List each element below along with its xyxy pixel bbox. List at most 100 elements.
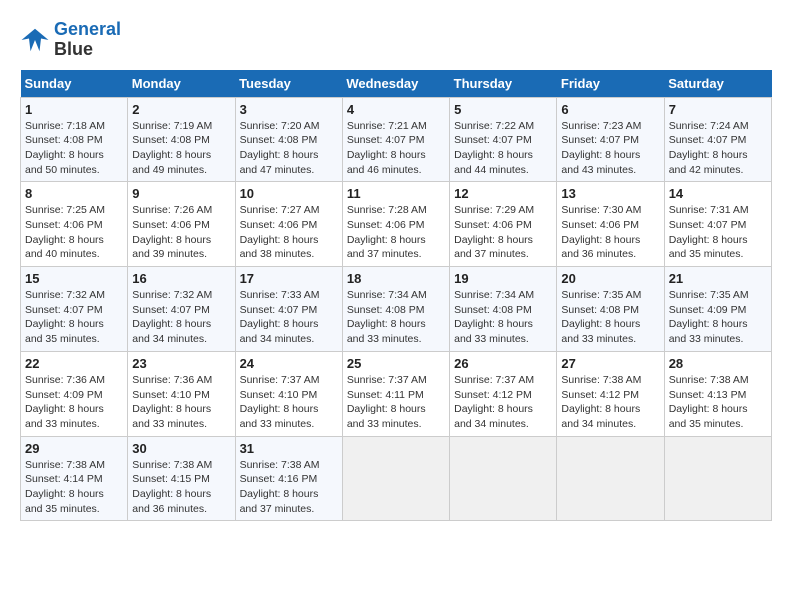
day-info: Sunrise: 7:20 AMSunset: 4:08 PMDaylight:… <box>240 119 338 178</box>
day-number: 22 <box>25 356 123 371</box>
calendar-cell: 20 Sunrise: 7:35 AMSunset: 4:08 PMDaylig… <box>557 267 664 352</box>
week-row-4: 22 Sunrise: 7:36 AMSunset: 4:09 PMDaylig… <box>21 351 772 436</box>
day-number: 17 <box>240 271 338 286</box>
calendar-cell: 9 Sunrise: 7:26 AMSunset: 4:06 PMDayligh… <box>128 182 235 267</box>
day-number: 30 <box>132 441 230 456</box>
calendar-cell: 17 Sunrise: 7:33 AMSunset: 4:07 PMDaylig… <box>235 267 342 352</box>
day-number: 14 <box>669 186 767 201</box>
day-number: 8 <box>25 186 123 201</box>
calendar-cell: 28 Sunrise: 7:38 AMSunset: 4:13 PMDaylig… <box>664 351 771 436</box>
calendar-cell: 4 Sunrise: 7:21 AMSunset: 4:07 PMDayligh… <box>342 97 449 182</box>
calendar-cell: 25 Sunrise: 7:37 AMSunset: 4:11 PMDaylig… <box>342 351 449 436</box>
day-number: 26 <box>454 356 552 371</box>
calendar-cell: 26 Sunrise: 7:37 AMSunset: 4:12 PMDaylig… <box>450 351 557 436</box>
calendar-cell: 13 Sunrise: 7:30 AMSunset: 4:06 PMDaylig… <box>557 182 664 267</box>
day-header-wednesday: Wednesday <box>342 70 449 98</box>
day-info: Sunrise: 7:18 AMSunset: 4:08 PMDaylight:… <box>25 119 123 178</box>
day-number: 24 <box>240 356 338 371</box>
day-number: 6 <box>561 102 659 117</box>
calendar-cell: 6 Sunrise: 7:23 AMSunset: 4:07 PMDayligh… <box>557 97 664 182</box>
calendar-cell: 29 Sunrise: 7:38 AMSunset: 4:14 PMDaylig… <box>21 436 128 521</box>
day-info: Sunrise: 7:38 AMSunset: 4:13 PMDaylight:… <box>669 373 767 432</box>
calendar-cell: 22 Sunrise: 7:36 AMSunset: 4:09 PMDaylig… <box>21 351 128 436</box>
day-info: Sunrise: 7:36 AMSunset: 4:10 PMDaylight:… <box>132 373 230 432</box>
day-number: 19 <box>454 271 552 286</box>
calendar-cell: 7 Sunrise: 7:24 AMSunset: 4:07 PMDayligh… <box>664 97 771 182</box>
day-number: 23 <box>132 356 230 371</box>
day-number: 1 <box>25 102 123 117</box>
calendar-cell: 16 Sunrise: 7:32 AMSunset: 4:07 PMDaylig… <box>128 267 235 352</box>
day-info: Sunrise: 7:38 AMSunset: 4:15 PMDaylight:… <box>132 458 230 517</box>
calendar-cell <box>450 436 557 521</box>
day-info: Sunrise: 7:22 AMSunset: 4:07 PMDaylight:… <box>454 119 552 178</box>
day-info: Sunrise: 7:30 AMSunset: 4:06 PMDaylight:… <box>561 203 659 262</box>
day-number: 28 <box>669 356 767 371</box>
day-header-sunday: Sunday <box>21 70 128 98</box>
calendar-table: SundayMondayTuesdayWednesdayThursdayFrid… <box>20 70 772 522</box>
day-info: Sunrise: 7:38 AMSunset: 4:16 PMDaylight:… <box>240 458 338 517</box>
day-info: Sunrise: 7:33 AMSunset: 4:07 PMDaylight:… <box>240 288 338 347</box>
calendar-cell: 19 Sunrise: 7:34 AMSunset: 4:08 PMDaylig… <box>450 267 557 352</box>
day-number: 27 <box>561 356 659 371</box>
day-number: 18 <box>347 271 445 286</box>
week-row-5: 29 Sunrise: 7:38 AMSunset: 4:14 PMDaylig… <box>21 436 772 521</box>
day-number: 2 <box>132 102 230 117</box>
day-info: Sunrise: 7:21 AMSunset: 4:07 PMDaylight:… <box>347 119 445 178</box>
calendar-cell: 14 Sunrise: 7:31 AMSunset: 4:07 PMDaylig… <box>664 182 771 267</box>
day-number: 15 <box>25 271 123 286</box>
day-info: Sunrise: 7:37 AMSunset: 4:10 PMDaylight:… <box>240 373 338 432</box>
day-number: 10 <box>240 186 338 201</box>
day-info: Sunrise: 7:19 AMSunset: 4:08 PMDaylight:… <box>132 119 230 178</box>
day-number: 9 <box>132 186 230 201</box>
day-info: Sunrise: 7:26 AMSunset: 4:06 PMDaylight:… <box>132 203 230 262</box>
logo-icon <box>20 25 50 55</box>
calendar-header-row: SundayMondayTuesdayWednesdayThursdayFrid… <box>21 70 772 98</box>
logo: GeneralBlue <box>20 20 121 60</box>
day-info: Sunrise: 7:23 AMSunset: 4:07 PMDaylight:… <box>561 119 659 178</box>
day-info: Sunrise: 7:37 AMSunset: 4:12 PMDaylight:… <box>454 373 552 432</box>
day-info: Sunrise: 7:34 AMSunset: 4:08 PMDaylight:… <box>347 288 445 347</box>
calendar-cell: 30 Sunrise: 7:38 AMSunset: 4:15 PMDaylig… <box>128 436 235 521</box>
calendar-cell: 1 Sunrise: 7:18 AMSunset: 4:08 PMDayligh… <box>21 97 128 182</box>
day-header-tuesday: Tuesday <box>235 70 342 98</box>
day-number: 16 <box>132 271 230 286</box>
day-info: Sunrise: 7:37 AMSunset: 4:11 PMDaylight:… <box>347 373 445 432</box>
page-header: GeneralBlue <box>20 20 772 60</box>
day-number: 13 <box>561 186 659 201</box>
day-header-monday: Monday <box>128 70 235 98</box>
calendar-cell <box>342 436 449 521</box>
day-info: Sunrise: 7:27 AMSunset: 4:06 PMDaylight:… <box>240 203 338 262</box>
day-header-friday: Friday <box>557 70 664 98</box>
calendar-cell: 18 Sunrise: 7:34 AMSunset: 4:08 PMDaylig… <box>342 267 449 352</box>
calendar-cell: 24 Sunrise: 7:37 AMSunset: 4:10 PMDaylig… <box>235 351 342 436</box>
day-info: Sunrise: 7:36 AMSunset: 4:09 PMDaylight:… <box>25 373 123 432</box>
calendar-cell: 2 Sunrise: 7:19 AMSunset: 4:08 PMDayligh… <box>128 97 235 182</box>
day-number: 21 <box>669 271 767 286</box>
day-header-saturday: Saturday <box>664 70 771 98</box>
day-header-thursday: Thursday <box>450 70 557 98</box>
day-number: 12 <box>454 186 552 201</box>
calendar-cell: 12 Sunrise: 7:29 AMSunset: 4:06 PMDaylig… <box>450 182 557 267</box>
day-info: Sunrise: 7:24 AMSunset: 4:07 PMDaylight:… <box>669 119 767 178</box>
week-row-1: 1 Sunrise: 7:18 AMSunset: 4:08 PMDayligh… <box>21 97 772 182</box>
day-info: Sunrise: 7:28 AMSunset: 4:06 PMDaylight:… <box>347 203 445 262</box>
day-number: 20 <box>561 271 659 286</box>
day-info: Sunrise: 7:35 AMSunset: 4:09 PMDaylight:… <box>669 288 767 347</box>
day-info: Sunrise: 7:38 AMSunset: 4:14 PMDaylight:… <box>25 458 123 517</box>
day-info: Sunrise: 7:35 AMSunset: 4:08 PMDaylight:… <box>561 288 659 347</box>
day-info: Sunrise: 7:31 AMSunset: 4:07 PMDaylight:… <box>669 203 767 262</box>
logo-text: GeneralBlue <box>54 20 121 60</box>
day-info: Sunrise: 7:34 AMSunset: 4:08 PMDaylight:… <box>454 288 552 347</box>
day-number: 29 <box>25 441 123 456</box>
day-number: 25 <box>347 356 445 371</box>
day-info: Sunrise: 7:29 AMSunset: 4:06 PMDaylight:… <box>454 203 552 262</box>
day-info: Sunrise: 7:25 AMSunset: 4:06 PMDaylight:… <box>25 203 123 262</box>
calendar-cell: 5 Sunrise: 7:22 AMSunset: 4:07 PMDayligh… <box>450 97 557 182</box>
calendar-cell: 31 Sunrise: 7:38 AMSunset: 4:16 PMDaylig… <box>235 436 342 521</box>
day-number: 5 <box>454 102 552 117</box>
calendar-cell <box>664 436 771 521</box>
day-info: Sunrise: 7:32 AMSunset: 4:07 PMDaylight:… <box>25 288 123 347</box>
calendar-cell: 10 Sunrise: 7:27 AMSunset: 4:06 PMDaylig… <box>235 182 342 267</box>
calendar-cell: 3 Sunrise: 7:20 AMSunset: 4:08 PMDayligh… <box>235 97 342 182</box>
calendar-cell: 27 Sunrise: 7:38 AMSunset: 4:12 PMDaylig… <box>557 351 664 436</box>
